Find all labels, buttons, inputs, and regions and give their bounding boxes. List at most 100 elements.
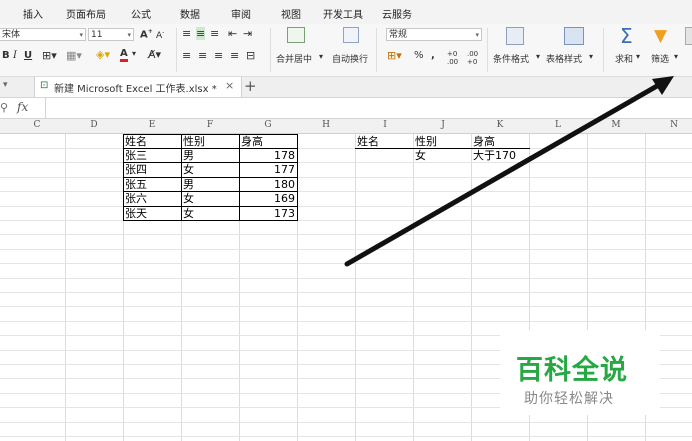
criteria-header-height[interactable]: 身高	[473, 135, 528, 149]
indent-increase-icon[interactable]: ⇥	[243, 27, 252, 40]
font-size-select[interactable]: 11 ▾	[88, 28, 134, 41]
number-format-value: 常规	[389, 30, 408, 40]
percent-button[interactable]: %	[414, 50, 424, 61]
sum-icon[interactable]: Σ	[620, 24, 633, 48]
criteria-header-gender[interactable]: 性别	[415, 135, 470, 149]
merge-center-icon[interactable]	[287, 27, 305, 43]
chevron-down-icon[interactable]: ▾	[636, 52, 640, 61]
comma-button[interactable]: ,	[431, 50, 435, 61]
new-tab-button[interactable]: +	[244, 77, 257, 95]
fill-color-icon[interactable]: ◈▾	[96, 48, 110, 61]
function-button[interactable]: fx	[17, 100, 28, 114]
document-tab[interactable]: ⊡ 新建 Microsoft Excel 工作表.xlsx * ×	[34, 77, 242, 97]
shrink-font-icon[interactable]: A-	[156, 29, 164, 41]
table-style-button[interactable]: 表格样式	[546, 52, 582, 65]
indent-decrease-icon[interactable]: ⇤	[228, 27, 237, 40]
menu-insert[interactable]: 插入	[23, 6, 43, 21]
zoom-icon[interactable]: ⚲	[0, 101, 8, 114]
distribute-icon[interactable]: ⊟	[246, 49, 255, 62]
bold-icon[interactable]: B	[2, 50, 10, 61]
column-header[interactable]: D	[87, 120, 101, 130]
menu-review[interactable]: 审阅	[231, 6, 251, 21]
table-cell-name[interactable]: 张六	[125, 192, 180, 206]
close-icon[interactable]: ×	[225, 79, 234, 92]
table-style-icon[interactable]	[564, 27, 584, 45]
criteria-header-name[interactable]: 姓名	[357, 135, 412, 149]
currency-icon[interactable]: ⊞▾	[387, 49, 402, 62]
menu-cloud[interactable]: 云服务	[382, 6, 412, 21]
column-header[interactable]: I	[378, 120, 392, 130]
watermark-title: 百科全说	[516, 355, 628, 386]
formula-input[interactable]	[45, 98, 692, 118]
table-cell-gender[interactable]: 男	[183, 149, 238, 163]
table-header-height[interactable]: 身高	[241, 135, 296, 149]
column-header[interactable]: E	[145, 120, 159, 130]
align-center-icon[interactable]: ≡	[198, 49, 207, 62]
chevron-down-icon[interactable]: ▾	[3, 80, 8, 90]
menu-page-layout[interactable]: 页面布局	[66, 6, 106, 21]
column-header[interactable]: F	[203, 120, 217, 130]
menu-developer[interactable]: 开发工具	[323, 6, 363, 21]
chevron-down-icon[interactable]: ▾	[674, 52, 678, 61]
table-header-gender[interactable]: 性别	[183, 135, 238, 149]
menu-formula[interactable]: 公式	[131, 6, 151, 21]
column-header[interactable]: N	[667, 120, 681, 130]
align-middle-icon[interactable]: ≡	[196, 27, 206, 40]
font-color-icon[interactable]: A	[120, 48, 128, 62]
underline-icon[interactable]: U	[24, 50, 32, 61]
table-cell-height[interactable]: 177	[240, 163, 297, 177]
column-header[interactable]: H	[319, 120, 333, 130]
sum-button[interactable]: 求和	[615, 52, 633, 65]
table-header-name[interactable]: 姓名	[125, 135, 180, 149]
font-size-value: 11	[91, 30, 103, 40]
chevron-down-icon[interactable]: ▾	[536, 52, 540, 61]
increase-decimal-icon[interactable]: +0.00	[447, 50, 458, 66]
table-cell-gender[interactable]: 女	[183, 163, 238, 177]
wrap-text-button[interactable]: 自动换行	[332, 52, 368, 65]
table-cell-name[interactable]: 张五	[125, 178, 180, 192]
menu-data[interactable]: 数据	[180, 6, 200, 21]
sort-icon[interactable]	[685, 27, 692, 45]
table-cell-name[interactable]: 张四	[125, 163, 180, 177]
conditional-format-button[interactable]: 条件格式	[493, 52, 529, 65]
chevron-down-icon[interactable]: ▾	[589, 52, 593, 61]
wrap-text-icon[interactable]	[343, 27, 359, 43]
table-cell-gender[interactable]: 女	[183, 192, 238, 206]
criteria-cell-gender[interactable]: 女	[415, 149, 470, 163]
table-cell-height[interactable]: 169	[240, 192, 297, 206]
font-name-select[interactable]: 宋体 ▾	[0, 28, 86, 41]
justify-icon[interactable]: ≡	[230, 49, 239, 62]
table-cell-gender[interactable]: 女	[183, 207, 238, 221]
align-right-icon[interactable]: ≡	[214, 49, 223, 62]
fill-pattern-icon[interactable]: ▦▾	[66, 49, 82, 62]
grow-font-icon[interactable]: A+	[140, 28, 153, 40]
column-header[interactable]: C	[30, 120, 44, 130]
table-cell-height[interactable]: 173	[240, 207, 297, 221]
filter-icon[interactable]: ▼	[654, 26, 667, 46]
table-cell-name[interactable]: 张三	[125, 149, 180, 163]
clear-format-icon[interactable]: A̸▾	[148, 48, 161, 61]
chevron-down-icon[interactable]: ▾	[319, 52, 323, 61]
criteria-cell-height[interactable]: 大于170	[473, 149, 533, 163]
align-bottom-icon[interactable]: ≡	[210, 27, 219, 40]
column-header[interactable]: G	[261, 120, 275, 130]
menu-view[interactable]: 视图	[281, 6, 301, 21]
border-icon[interactable]: ⊞▾	[42, 49, 57, 62]
table-cell-name[interactable]: 张天	[125, 207, 180, 221]
italic-icon[interactable]: I	[13, 50, 17, 61]
table-cell-height[interactable]: 178	[240, 149, 297, 163]
column-header[interactable]: J	[436, 120, 450, 130]
align-top-icon[interactable]: ≡	[182, 27, 191, 40]
conditional-format-icon[interactable]	[506, 27, 524, 45]
column-header[interactable]: K	[493, 120, 507, 130]
decrease-decimal-icon[interactable]: .00 +0	[467, 50, 478, 66]
filter-button[interactable]: 筛选	[651, 52, 669, 65]
table-cell-gender[interactable]: 男	[183, 178, 238, 192]
table-cell-height[interactable]: 180	[240, 178, 297, 192]
column-header[interactable]: M	[609, 120, 623, 130]
column-header[interactable]: L	[551, 120, 565, 130]
chevron-down-icon[interactable]: ▾	[132, 49, 136, 58]
align-left-icon[interactable]: ≡	[182, 49, 191, 62]
number-format-select[interactable]: 常规 ▾	[386, 28, 482, 41]
merge-center-button[interactable]: 合并居中	[276, 52, 312, 65]
